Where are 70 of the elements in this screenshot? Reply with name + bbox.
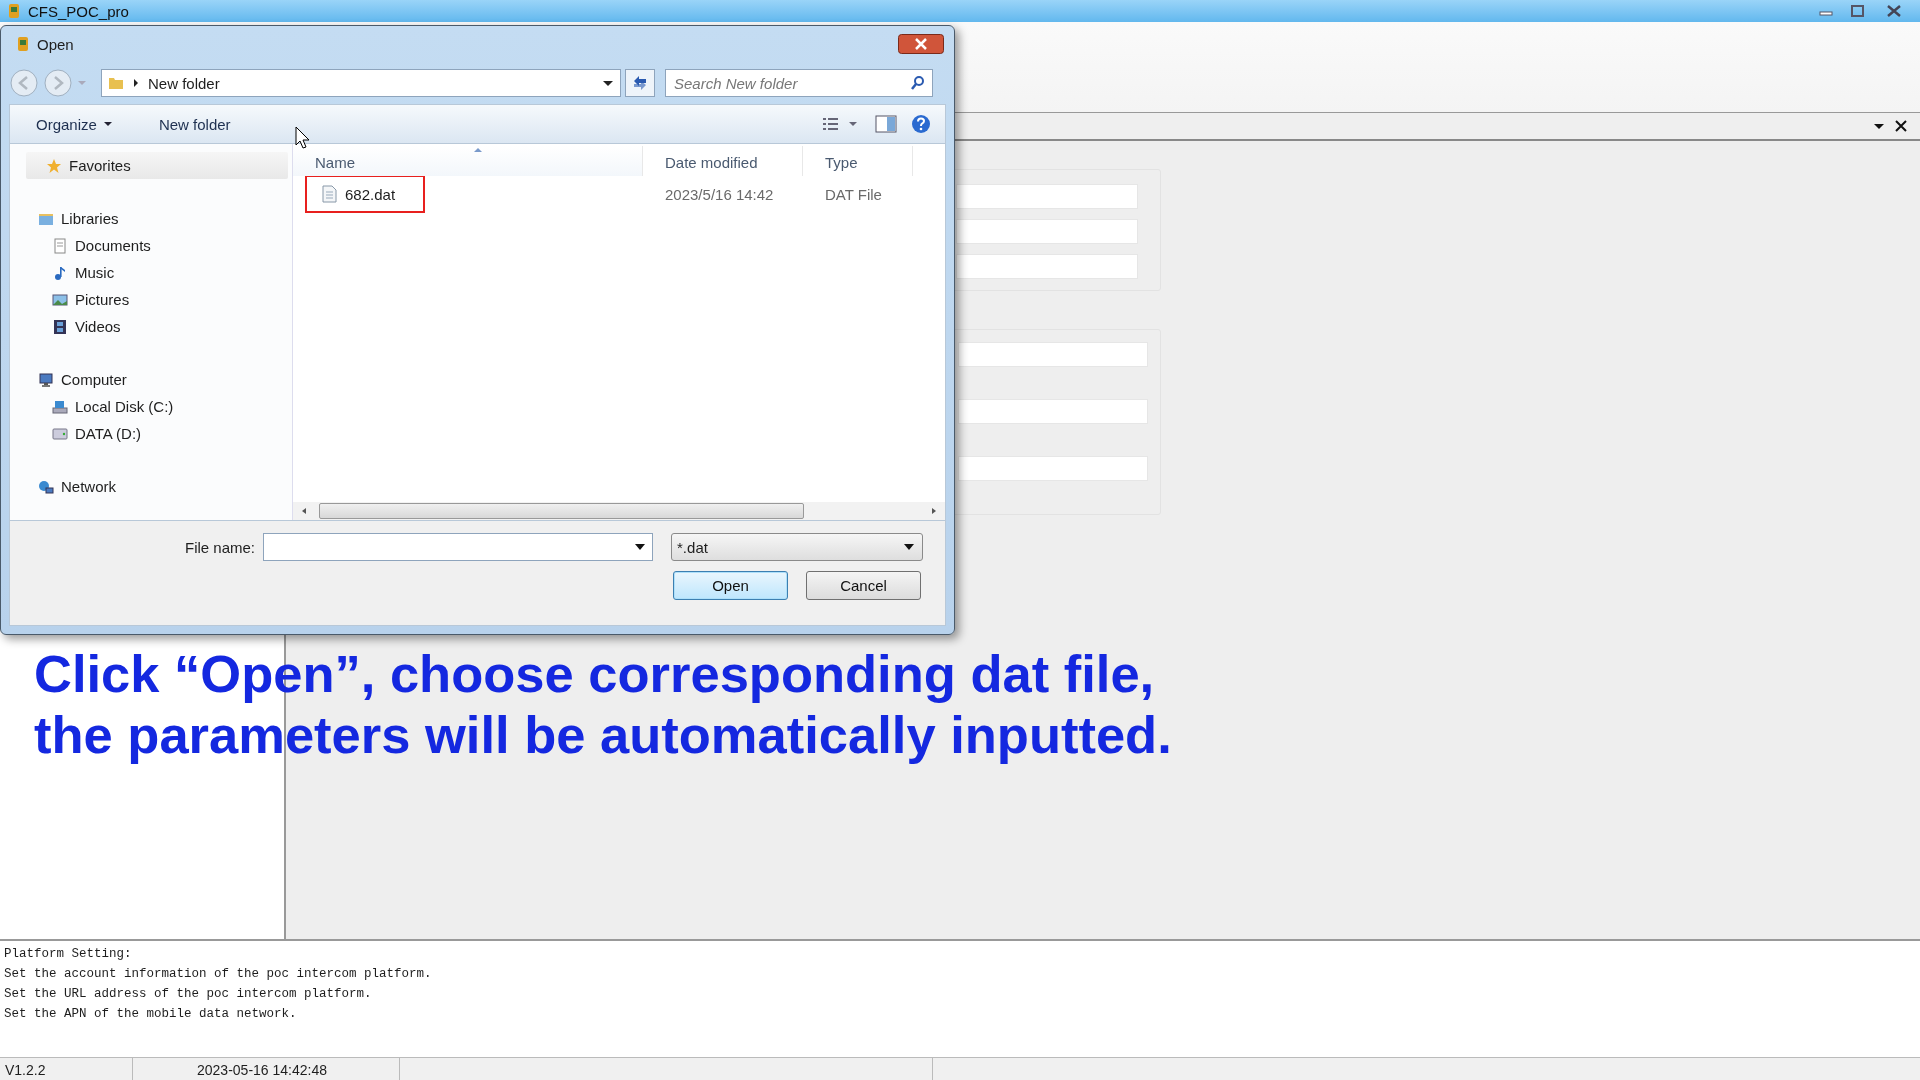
dropdown-caret-icon: [102, 120, 113, 128]
computer-icon: [38, 371, 54, 388]
music-note-icon: [52, 264, 68, 281]
caption-text: Click “Open”, choose corresponding dat file,: [34, 643, 1156, 704]
nav-item[interactable]: Favorites: [26, 152, 288, 179]
refresh-button[interactable]: [625, 69, 655, 97]
input-field[interactable]: [956, 219, 1138, 244]
search-icon[interactable]: [910, 75, 926, 91]
network-icon: [38, 478, 54, 495]
document-icon: [52, 237, 68, 254]
date-text: 2023/5/16 14:42: [664, 185, 775, 203]
search-field[interactable]: Search New folder: [665, 69, 933, 97]
organize-menu[interactable]: Organize: [30, 111, 119, 137]
column-header[interactable]: Type: [803, 146, 913, 176]
nav-item[interactable]: DATA (D:): [10, 420, 292, 447]
caption-text: the parameters will be automatically inputted.: [34, 704, 1172, 765]
app-icon: [6, 3, 22, 19]
open-button[interactable]: Open: [673, 571, 788, 600]
breadcrumb[interactable]: New folder: [148, 74, 220, 92]
dropdown-caret-icon: [904, 544, 915, 550]
log-text: Set the URL address of the poc intercom platform.: [4, 986, 373, 1003]
disk-drive-icon: [52, 425, 68, 442]
column-header[interactable]: Date modified: [643, 146, 803, 176]
input-field[interactable]: [956, 184, 1138, 209]
scroll-thumb[interactable]: [319, 503, 804, 519]
input-field[interactable]: [956, 254, 1138, 279]
input-field[interactable]: [958, 456, 1148, 481]
nav-item[interactable]: Libraries: [10, 205, 292, 232]
nav-item[interactable]: Videos: [10, 313, 292, 340]
help-icon[interactable]: [911, 114, 931, 134]
nav-item[interactable]: Computer: [10, 366, 292, 393]
window-title: CFS_POC_pro: [28, 2, 129, 20]
nav-item[interactable]: Network: [10, 473, 292, 500]
file-icon: [321, 185, 337, 203]
dropdown-caret-icon: [635, 544, 646, 550]
film-icon: [52, 318, 68, 335]
sort-arrow-icon: [473, 147, 483, 153]
nav-item[interactable]: Pictures: [10, 286, 292, 313]
cancel-button[interactable]: Cancel: [806, 571, 921, 600]
close-button[interactable]: [898, 34, 944, 54]
file-type-dropdown[interactable]: *.dat: [671, 533, 924, 561]
status-text: V1.2.2: [0, 1058, 133, 1080]
file-name-field[interactable]: [263, 533, 654, 561]
nav-item[interactable]: Documents: [10, 232, 292, 259]
log-text: Platform Setting:: [4, 946, 133, 963]
close-icon[interactable]: [1894, 119, 1908, 133]
file-item[interactable]: 682.dat: [305, 175, 426, 213]
nav-item[interactable]: Music: [10, 259, 292, 286]
field-label: File name:: [185, 538, 256, 556]
star-icon: [46, 157, 62, 174]
input-field[interactable]: [958, 342, 1148, 367]
status-text: 2023-05-16 14:42:48: [133, 1058, 400, 1080]
disk-drive-icon: [52, 398, 68, 415]
type-text: DAT File: [824, 185, 883, 203]
log-text: Set the APN of the mobile data network.: [4, 1006, 298, 1023]
dialog-title: Open: [37, 35, 74, 53]
address-bar[interactable]: New folder: [101, 69, 621, 97]
refresh-icon: [631, 75, 649, 91]
chevron-icon[interactable]: [132, 78, 140, 88]
app-icon: [15, 36, 31, 52]
folder-icon: [108, 75, 124, 91]
new-folder-button[interactable]: New folder: [152, 111, 237, 137]
horizontal-scrollbar[interactable]: [293, 502, 945, 520]
dropdown-caret-icon[interactable]: [602, 78, 614, 88]
preview-pane-icon[interactable]: [875, 115, 897, 133]
input-field[interactable]: [958, 399, 1148, 424]
column-header[interactable]: Name: [293, 146, 643, 176]
picture-icon: [52, 291, 68, 308]
nav-item[interactable]: Local Disk (C:): [10, 393, 292, 420]
log-text: Set the account information of the poc intercom platform.: [4, 966, 433, 983]
